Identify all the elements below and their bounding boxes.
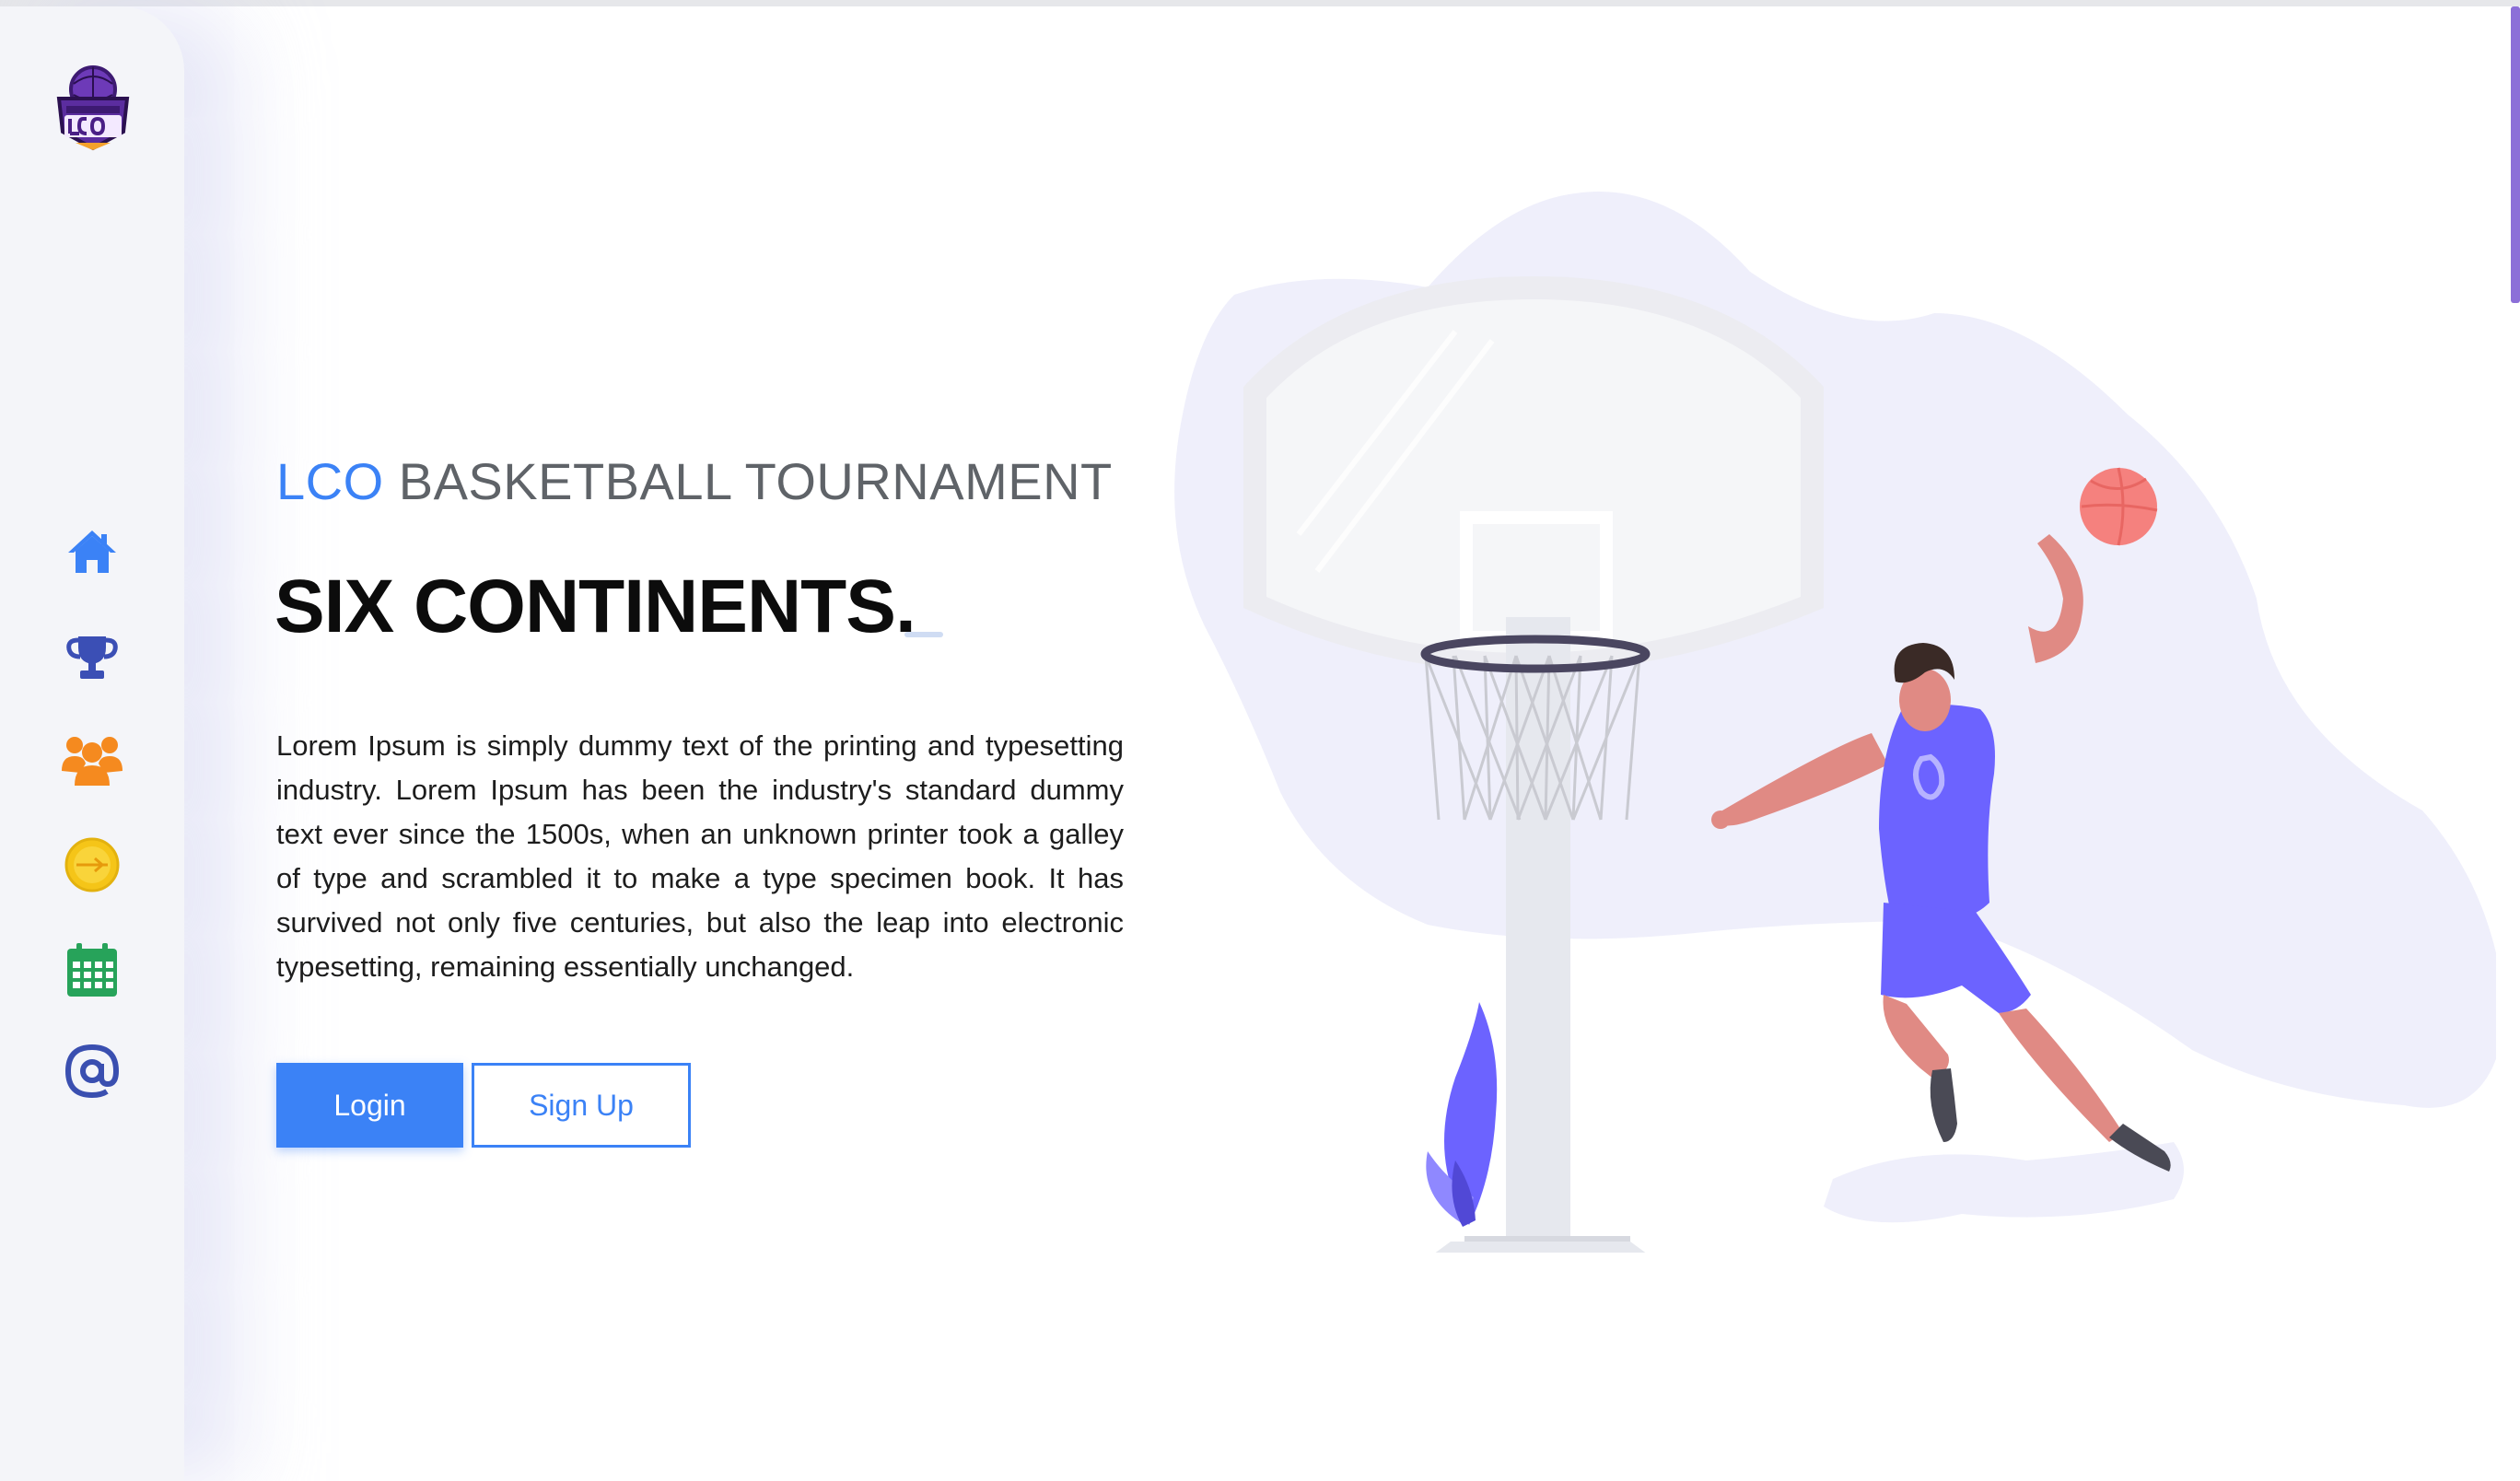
amazing-lco-logo[interactable] <box>53 60 133 152</box>
sidebar-item-schedule[interactable] <box>61 939 123 1001</box>
brand-text: LCO <box>276 452 384 510</box>
eyebrow-text: BASKETBALL TOURNAMENT <box>398 452 1113 510</box>
hero-headline: SIX CONTINENTS. <box>274 565 916 648</box>
sidebar-item-trophy[interactable] <box>61 625 123 688</box>
calendar-icon <box>67 943 117 997</box>
sidebar <box>0 6 184 1481</box>
typing-cursor <box>904 632 943 637</box>
sidebar-item-teams[interactable] <box>61 729 123 791</box>
basketball-icon <box>64 837 120 892</box>
tournament-eyebrow: LCO BASKETBALL TOURNAMENT <box>276 451 1113 511</box>
hero-description: Lorem Ipsum is simply dummy text of the … <box>276 729 1124 983</box>
trophy-icon <box>66 636 118 679</box>
at-sign-icon <box>64 1044 120 1099</box>
sidebar-item-basketball[interactable] <box>61 834 123 896</box>
signup-button[interactable]: Sign Up <box>472 1063 691 1148</box>
pole-base <box>1435 1242 1646 1253</box>
sidebar-item-contact[interactable] <box>61 1040 123 1102</box>
team-icon <box>62 737 122 786</box>
scrollbar-thumb[interactable] <box>2511 6 2520 303</box>
basketball-player-illustration <box>1174 192 2496 1253</box>
home-icon <box>68 531 116 573</box>
login-button[interactable]: Login <box>276 1063 463 1148</box>
ground-shadow <box>1824 1142 2184 1223</box>
sidebar-item-home[interactable] <box>61 520 123 583</box>
top-border <box>0 0 2520 6</box>
